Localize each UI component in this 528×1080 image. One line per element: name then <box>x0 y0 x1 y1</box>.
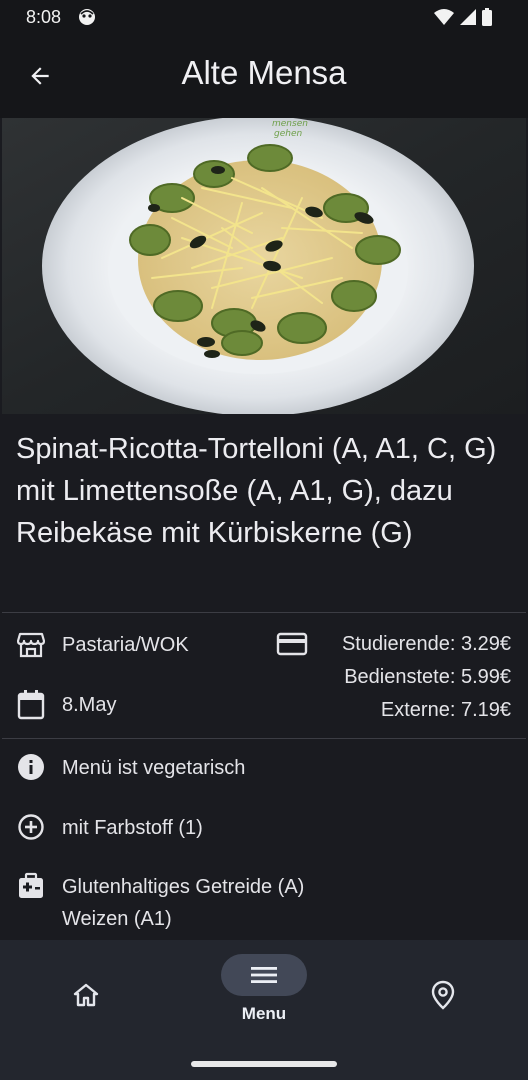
notification-face-icon <box>79 9 95 25</box>
dish-title: Spinat-Ricotta-Tortelloni (A, A1, C, G) … <box>16 433 497 549</box>
location-text: Pastaria/WOK <box>62 633 189 656</box>
date-text: 8.May <box>62 693 117 716</box>
dish-photo: mensen gehen <box>2 118 526 414</box>
nav-menu-indicator <box>221 954 307 996</box>
status-icons <box>434 8 492 26</box>
status-bar: 8:08 <box>0 0 528 34</box>
nav-location[interactable] <box>430 980 456 1010</box>
battery-icon <box>482 8 492 26</box>
bottom-navigation: Menu <box>0 940 528 1080</box>
svg-text:mensen: mensen <box>272 119 308 129</box>
divider <box>2 738 526 739</box>
vegetarian-text: Menü ist vegetarisch <box>62 757 246 779</box>
medical-kit-icon <box>16 871 46 901</box>
calendar-icon <box>16 690 46 720</box>
svg-text:gehen: gehen <box>274 129 302 139</box>
price-list: Studierende: 3.29€ Bedienstete: 5.99€ Ex… <box>342 628 511 727</box>
menu-icon <box>251 967 277 983</box>
additive-row: mit Farbstoff (1) <box>16 812 203 844</box>
allergens-row: Glutenhaltiges Getreide (A) Weizen (A1) <box>16 871 304 935</box>
signal-icon <box>460 9 476 25</box>
price-students: Studierende: 3.29€ <box>341 633 511 655</box>
nav-home[interactable] <box>72 982 100 1008</box>
page-title: Alte Mensa <box>181 54 347 91</box>
add-circle-icon <box>16 812 46 842</box>
additive-text: mit Farbstoff (1) <box>62 817 203 839</box>
price-staff: Bedienstete: 5.99€ <box>344 666 511 688</box>
location-row: Pastaria/WOK <box>16 630 189 660</box>
app-bar: Alte Mensa <box>0 34 528 118</box>
credit-card-icon <box>276 632 308 656</box>
dish-photo-illustration: mensen gehen <box>2 118 526 414</box>
location-pin-icon <box>431 980 455 1010</box>
storefront-icon <box>16 630 46 660</box>
allergen-item: Glutenhaltiges Getreide (A) <box>62 876 305 898</box>
status-time: 8:08 <box>26 7 62 27</box>
home-icon <box>73 983 99 1007</box>
allergen-list: Glutenhaltiges Getreide (A) Weizen (A1) <box>62 871 304 935</box>
nav-menu-label: Menu <box>241 1004 287 1023</box>
vegetarian-row: Menü ist vegetarisch <box>16 752 245 784</box>
screen: 8:08 Alte Mensa mensen gehen Spinat-Rico… <box>0 0 528 1080</box>
price-external: Externe: 7.19€ <box>380 699 511 721</box>
divider <box>2 612 526 613</box>
info-icon <box>16 752 46 782</box>
gesture-home-indicator[interactable] <box>191 1061 337 1067</box>
date-row: 8.May <box>16 690 116 720</box>
allergen-item: Weizen (A1) <box>62 908 172 930</box>
wifi-icon <box>434 9 454 25</box>
nav-menu[interactable]: Menu <box>221 954 307 1024</box>
